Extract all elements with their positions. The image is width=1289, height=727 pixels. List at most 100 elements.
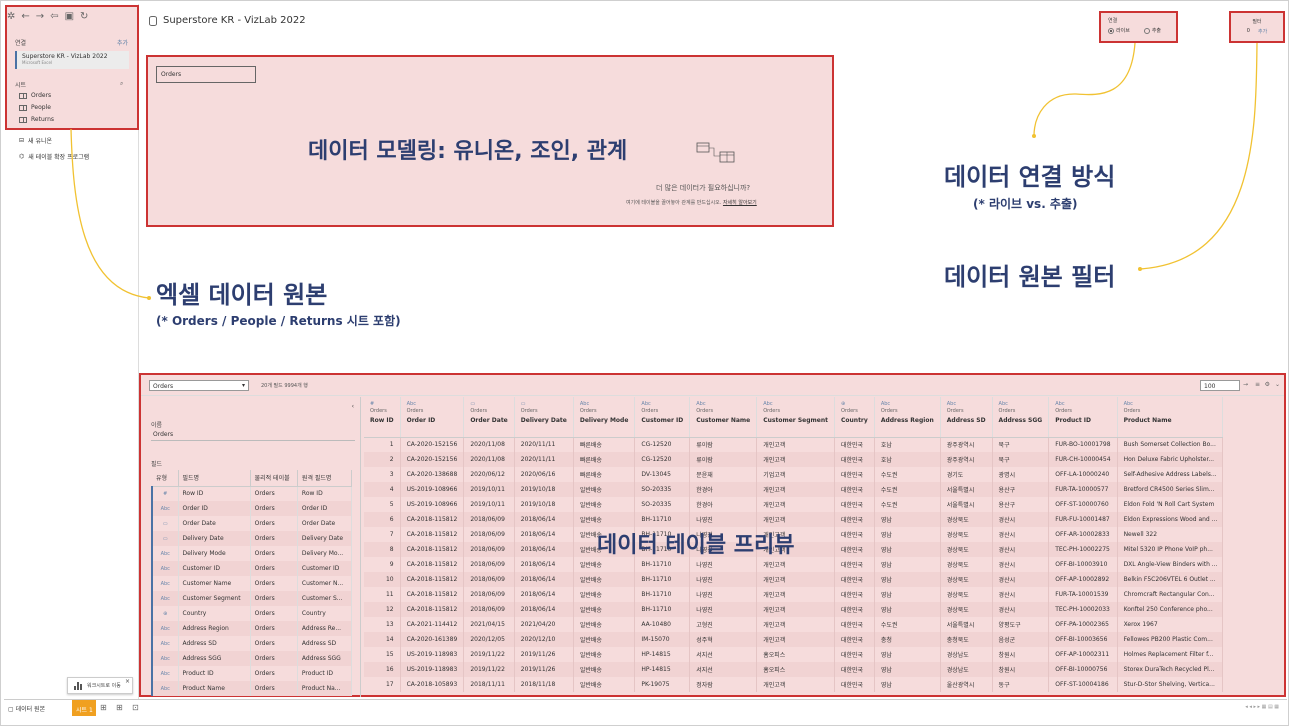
table-row[interactable]: 11 CA-2018-115812 2018/06/09 2018/06/14 일반배송… xyxy=(364,587,1223,602)
table-row[interactable]: 12 CA-2018-115812 2018/06/09 2018/06/14 일반배송… xyxy=(364,602,1223,617)
forward-icon[interactable]: → xyxy=(36,11,44,22)
field-type-icon[interactable]: ⊕ xyxy=(151,606,179,621)
column-type-icon[interactable]: # xyxy=(370,401,394,407)
table-row[interactable]: 1 CA-2020-152156 2020/11/08 2020/11/11 빠른배송 C… xyxy=(364,437,1223,452)
name-value[interactable]: Orders xyxy=(153,431,173,438)
tableau-logo-icon[interactable]: ✲ xyxy=(7,11,15,22)
column-type-icon[interactable]: Abc xyxy=(763,401,828,407)
new-union-item[interactable]: ⊟ 새 유니온 xyxy=(19,136,52,145)
column-type-icon[interactable]: Abc xyxy=(881,401,934,407)
field-type-icon[interactable]: Abc xyxy=(151,621,179,636)
rows-select[interactable]: 100 xyxy=(1200,380,1240,391)
table-select[interactable]: Orders xyxy=(149,380,249,391)
column-header[interactable]: ⊕ Orders Country xyxy=(834,397,875,438)
field-row[interactable]: ⊕ Country Orders Country xyxy=(151,606,353,621)
data-model-canvas[interactable]: Orders 데이터 모델링: 유니온, 조인, 관계 더 많은 데이터가 필요… xyxy=(146,55,834,227)
data-source-tab[interactable]: ▢ 데이터 원본 xyxy=(8,704,45,713)
column-type-icon[interactable]: Abc xyxy=(1055,401,1110,407)
extract-option[interactable]: 추출 xyxy=(1143,27,1161,34)
new-sheet-icon[interactable]: ⊞ xyxy=(100,703,107,712)
pager-controls[interactable]: ◂ ◂ ▸ ▸ ▦ ▤ ▦ xyxy=(1245,704,1279,710)
table-row[interactable]: 13 CA-2021-114412 2021/04/15 2021/04/20 일반배송… xyxy=(364,617,1223,632)
field-row[interactable]: Abc Delivery Mode Orders Delivery Mo... xyxy=(151,546,353,561)
field-row[interactable]: Abc Address Region Orders Address Re... xyxy=(151,621,353,636)
field-row[interactable]: ▭ Delivery Date Orders Delivery Date xyxy=(151,531,353,546)
field-row[interactable]: Abc Customer Segment Orders Customer S... xyxy=(151,591,353,606)
column-header[interactable]: Abc Orders Address SGG xyxy=(992,397,1050,438)
goto-worksheet-tooltip[interactable]: 워크시트로 이동 × xyxy=(67,677,133,694)
new-extension-item[interactable]: ⌬ 새 테이블 확장 프로그램 xyxy=(19,152,89,161)
field-row[interactable]: Abc Product ID Orders Product ID xyxy=(151,666,353,681)
column-header[interactable]: Abc Orders Address Region xyxy=(874,397,941,438)
table-row[interactable]: 2 CA-2020-152156 2020/11/08 2020/11/11 빠른배송 C… xyxy=(364,452,1223,467)
column-header[interactable]: Abc Orders Customer ID xyxy=(634,397,691,438)
chevron-down-icon[interactable]: ⌄ xyxy=(1275,381,1280,388)
table-row[interactable]: 4 US-2019-108966 2019/10/11 2019/10/18 일반배송 S… xyxy=(364,482,1223,497)
column-type-icon[interactable]: Abc xyxy=(947,401,986,407)
sheet1-tab[interactable]: 시트 1 xyxy=(72,700,96,716)
column-header[interactable]: ▭ Orders Order Date xyxy=(463,397,515,438)
field-row[interactable]: Abc Product Name Orders Product Na... xyxy=(151,681,353,696)
table-row[interactable]: 15 US-2019-118983 2019/11/22 2019/11/26 일반배송… xyxy=(364,647,1223,662)
arrow-right-icon[interactable]: → xyxy=(1243,381,1248,388)
connection-item[interactable]: Superstore KR - VizLab 2022 Microsoft Ex… xyxy=(15,51,129,69)
field-row[interactable]: Abc Address SD Orders Address SD xyxy=(151,636,353,651)
field-type-icon[interactable]: # xyxy=(151,486,179,501)
save-icon[interactable]: ▣ xyxy=(65,11,74,22)
back-icon[interactable]: ← xyxy=(21,11,29,22)
title-text[interactable]: Superstore KR - VizLab 2022 xyxy=(163,15,306,26)
add-connection-link[interactable]: 추가 xyxy=(117,38,128,47)
column-type-icon[interactable]: ▭ xyxy=(470,401,507,407)
field-header[interactable]: 유형 xyxy=(152,470,179,487)
column-type-icon[interactable]: ⊕ xyxy=(841,401,868,407)
field-type-icon[interactable]: ▭ xyxy=(151,516,179,531)
column-header[interactable]: Abc Orders Address SD xyxy=(940,397,993,438)
field-type-icon[interactable]: Abc xyxy=(151,681,179,696)
refresh-icon[interactable]: ↻ xyxy=(80,11,88,22)
field-type-icon[interactable]: Abc xyxy=(151,546,179,561)
field-header[interactable]: 원격 필드명 xyxy=(297,470,353,487)
column-header[interactable]: ▭ Orders Delivery Date xyxy=(514,397,574,438)
close-icon[interactable]: × xyxy=(125,678,130,685)
column-header[interactable]: Abc Orders Customer Segment xyxy=(756,397,835,438)
table-row[interactable]: 6 CA-2018-115812 2018/06/09 2018/06/14 일반배송 B… xyxy=(364,512,1223,527)
field-type-icon[interactable]: ▭ xyxy=(151,531,179,546)
column-type-icon[interactable]: Abc xyxy=(999,401,1043,407)
learn-more-link[interactable]: 자세히 알아보기 xyxy=(723,200,757,206)
new-dashboard-icon[interactable]: ⊞ xyxy=(116,703,123,712)
live-option[interactable]: 라이브 xyxy=(1108,27,1130,34)
column-header[interactable]: Abc Orders Delivery Mode xyxy=(573,397,636,438)
field-row[interactable]: # Row ID Orders Row ID xyxy=(151,486,353,501)
field-type-icon[interactable]: Abc xyxy=(151,591,179,606)
table-row[interactable]: 9 CA-2018-115812 2018/06/09 2018/06/14 일반배송 B… xyxy=(364,557,1223,572)
table-row[interactable]: 3 CA-2020-138688 2020/06/12 2020/06/16 빠른배송 D… xyxy=(364,467,1223,482)
field-type-icon[interactable]: Abc xyxy=(151,636,179,651)
table-row[interactable]: 10 CA-2018-115812 2018/06/09 2018/06/14 일반배송… xyxy=(364,572,1223,587)
column-header[interactable]: Abc Orders Customer Name xyxy=(689,397,758,438)
field-row[interactable]: Abc Order ID Orders Order ID xyxy=(151,501,353,516)
field-type-icon[interactable]: Abc xyxy=(151,561,179,576)
column-type-icon[interactable]: Abc xyxy=(580,401,629,407)
field-type-icon[interactable]: Abc xyxy=(151,501,179,516)
orders-table-chip[interactable]: Orders xyxy=(156,66,256,83)
table-row[interactable]: 14 CA-2020-161389 2020/12/05 2020/12/10 일반배송… xyxy=(364,632,1223,647)
column-type-icon[interactable]: Abc xyxy=(407,401,458,407)
table-row[interactable]: 5 US-2019-108966 2019/10/11 2019/10/18 일반배송 S… xyxy=(364,497,1223,512)
undo-icon[interactable]: ⇦ xyxy=(50,11,58,22)
column-type-icon[interactable]: Abc xyxy=(641,401,683,407)
sheet-item-orders[interactable]: Orders xyxy=(19,92,51,99)
sheet-search-icon[interactable]: ⌕ xyxy=(120,80,123,88)
rows-icon[interactable]: ≡ xyxy=(1255,381,1260,388)
column-type-icon[interactable]: ▭ xyxy=(521,401,567,407)
table-row[interactable]: 16 US-2019-118983 2019/11/22 2019/11/26 일반배송… xyxy=(364,662,1223,677)
new-story-icon[interactable]: ⊡ xyxy=(132,703,139,712)
gear-icon[interactable]: ⚙ xyxy=(1265,381,1270,388)
column-type-icon[interactable]: Abc xyxy=(1124,401,1216,407)
column-header[interactable]: Abc Orders Product Name xyxy=(1117,397,1223,438)
sheet-item-returns[interactable]: Returns xyxy=(19,116,54,123)
column-header[interactable]: Abc Orders Product ID xyxy=(1048,397,1118,438)
table-row[interactable]: 17 CA-2018-105893 2018/11/11 2018/11/18 일반배송… xyxy=(364,677,1223,692)
field-type-icon[interactable]: Abc xyxy=(151,666,179,681)
column-header[interactable]: Abc Orders Order ID xyxy=(400,397,465,438)
field-header[interactable]: 물리적 테이블 xyxy=(250,470,298,487)
